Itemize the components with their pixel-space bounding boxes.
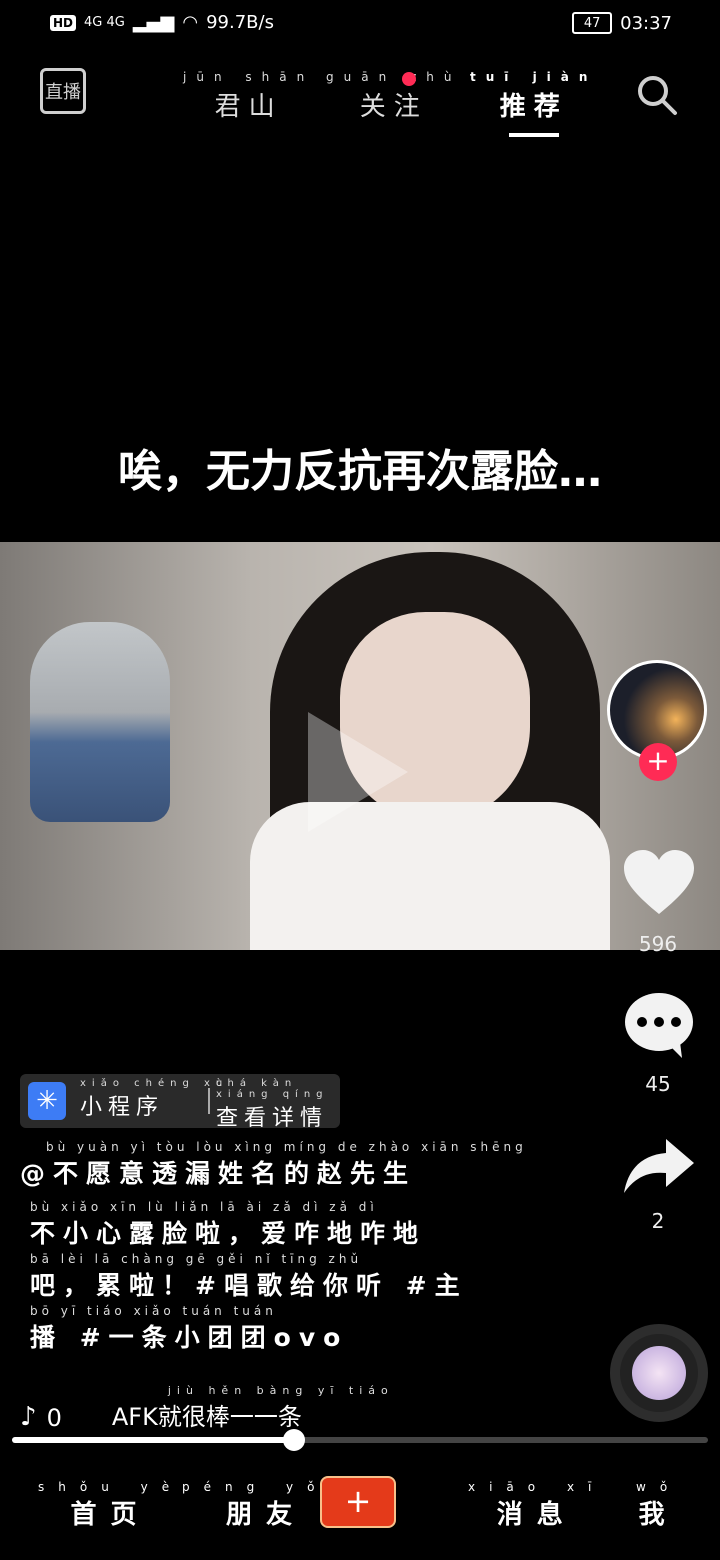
music-disc-cover [632, 1346, 686, 1400]
search-icon[interactable] [636, 74, 678, 116]
notification-dot [402, 72, 416, 86]
music-row[interactable]: ♪ 0 jiù hěn bàng yī tiáo AFK就很棒一一条 [20, 1384, 394, 1432]
video-progress-bar[interactable] [12, 1429, 708, 1451]
caption-line: bō yī tiáo xiǎo tuán tuán 播 #一条小团团ovo [30, 1304, 349, 1352]
hd-indicator: HD [50, 14, 77, 31]
like-count: 596 [638, 932, 678, 956]
wifi-icon: ◠ [182, 12, 199, 33]
tab-recommend[interactable]: tuī jiàn 推荐 [470, 70, 597, 137]
tab-junshan[interactable]: jūn shān 君山 [183, 70, 314, 123]
song-title: jiù hěn bàng yī tiáo AFK就很棒一一条 [111, 1384, 394, 1431]
nav-me[interactable]: wǒ 我 [636, 1480, 681, 1531]
microphone-image [30, 622, 170, 822]
signal-icon: ▂▄▆ [132, 12, 175, 33]
music-disc[interactable] [610, 1324, 708, 1422]
music-note-icon: ♪ [20, 1402, 37, 1432]
music-count: 0 [46, 1404, 62, 1432]
mini-program-chip[interactable]: ✳ xiǎo chéng xù 小程序 chá kàn xiáng qíng 查… [20, 1074, 340, 1131]
comment-icon[interactable] [622, 990, 696, 1060]
shirt-image [250, 802, 610, 950]
status-bar: HD 4G 4G ▂▄▆ ◠ 99.7B/s 47 03:37 [0, 0, 720, 48]
top-nav: 直播 jūn shān 君山 guān zhù 关注 tuī jiàn 推荐 [0, 60, 720, 140]
create-button[interactable]: + [320, 1476, 396, 1528]
nav-messages[interactable]: xiāo xī 消息 [468, 1480, 605, 1531]
live-button[interactable]: 直播 [40, 68, 86, 114]
progress-handle[interactable] [282, 1429, 305, 1451]
network-speed: 99.7B/s [206, 12, 274, 33]
progress-fill [12, 1437, 294, 1443]
caption-line: bù xiǎo xīn lù liǎn lā ài zǎ dì zǎ dì 不小… [30, 1200, 427, 1248]
video-overlay-text: 唉，无力反抗再次露脸… [118, 446, 602, 497]
battery-icon: 47 [572, 12, 613, 34]
clock: 03:37 [620, 12, 672, 34]
video-player[interactable] [0, 542, 720, 950]
share-count: 2 [651, 1209, 665, 1233]
nav-home[interactable]: shǒu yè 首页 [38, 1480, 183, 1531]
caption-line: bā lèi lā chàng gē gěi nǐ tīng zhǔ 吧，累啦！… [30, 1252, 468, 1300]
network-indicator: 4G 4G [84, 15, 125, 30]
comment-count: 45 [645, 1072, 671, 1096]
mini-program-icon: ✳ [28, 1082, 66, 1120]
follow-button[interactable]: + [639, 743, 677, 781]
bottom-nav: shǒu yè 首页 péng yǒu 朋友 + xiāo xī 消息 wǒ 我 [0, 1470, 720, 1560]
divider [208, 1088, 210, 1114]
active-tab-indicator [508, 133, 559, 137]
heart-icon[interactable] [622, 848, 696, 918]
share-icon[interactable] [622, 1135, 696, 1195]
tab-following[interactable]: guān zhù 关注 [326, 70, 462, 123]
author-handle[interactable]: bù yuàn yì tòu lòu xìng míng de zhào xiā… [20, 1140, 527, 1190]
play-icon[interactable] [308, 712, 408, 832]
